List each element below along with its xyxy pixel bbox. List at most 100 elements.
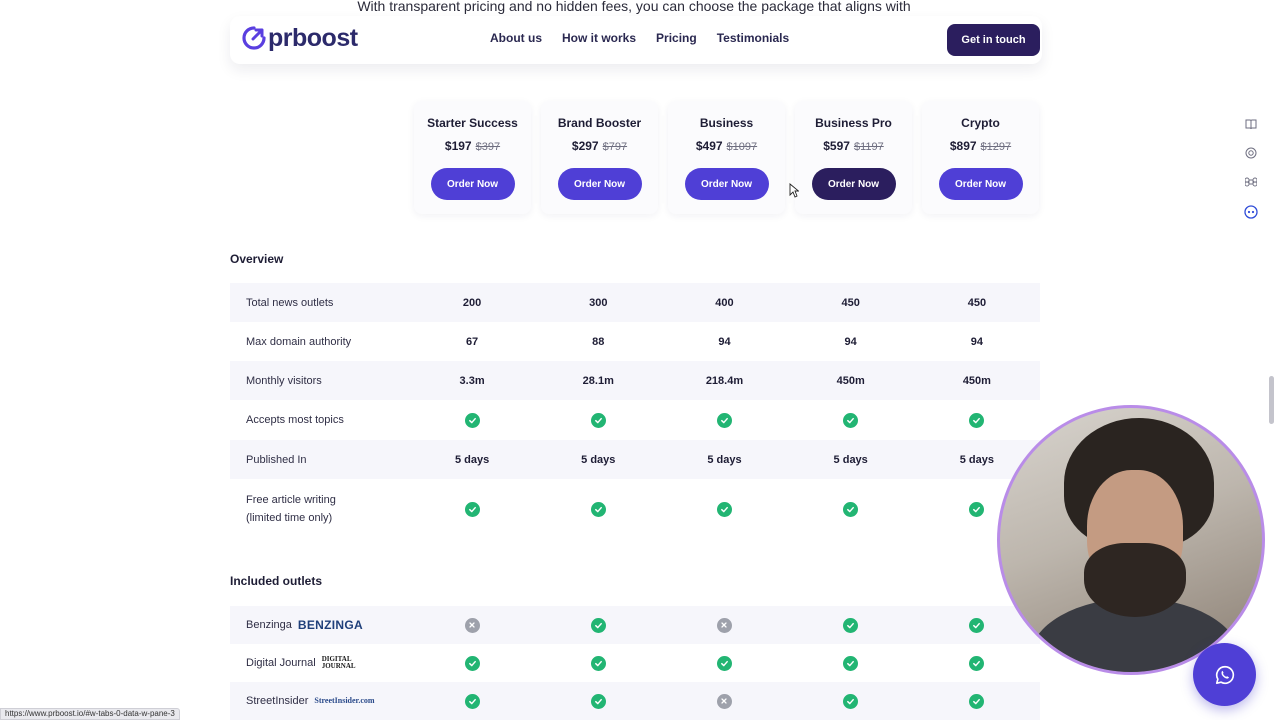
row-label: Total news outlets bbox=[246, 296, 334, 309]
plan-prices: $197 $397 bbox=[414, 139, 531, 155]
plan-old-price: $1297 bbox=[980, 141, 1012, 153]
plan-price: $497 bbox=[695, 139, 723, 153]
table-cell: 200 bbox=[462, 296, 482, 309]
streetinsider-logo: StreetInsider.com bbox=[314, 696, 375, 705]
plan-old-price: $797 bbox=[602, 141, 628, 153]
check-icon bbox=[843, 617, 859, 633]
table-cell bbox=[914, 655, 1040, 671]
check-icon bbox=[464, 501, 480, 517]
included-outlets-title: Included outlets bbox=[230, 574, 323, 588]
outlet-label: Digital Journal DIGITAL JOURNAL bbox=[230, 654, 409, 672]
overview-title: Overview bbox=[230, 252, 284, 266]
cross-icon bbox=[464, 617, 480, 633]
check-icon bbox=[716, 655, 732, 671]
table-row: Benzinga BENZINGA bbox=[230, 606, 1040, 644]
table-cell bbox=[535, 655, 661, 671]
table-cell: 94 bbox=[970, 335, 983, 348]
check-icon bbox=[464, 655, 480, 671]
nav-link-testimonials[interactable]: Testimonials bbox=[717, 31, 789, 45]
video-person-beard bbox=[1084, 543, 1186, 617]
get-in-touch-button[interactable]: Get in touch bbox=[947, 24, 1040, 56]
plan-price: $297 bbox=[571, 139, 599, 153]
check-icon bbox=[590, 617, 606, 633]
plan-old-price: $397 bbox=[475, 141, 501, 153]
outlet-name: Digital Journal bbox=[246, 657, 316, 669]
mouse-cursor-icon bbox=[789, 183, 799, 198]
check-icon bbox=[590, 501, 606, 517]
table-cell bbox=[661, 412, 787, 428]
check-icon bbox=[969, 412, 985, 428]
plan-name: Business bbox=[699, 116, 754, 130]
table-cell bbox=[661, 693, 787, 709]
whatsapp-chat-button[interactable] bbox=[1193, 643, 1256, 706]
browser-status-url: https://www.prboost.io/#w-tabs-0-data-w-… bbox=[0, 708, 180, 720]
outlet-name: Benzinga bbox=[246, 619, 292, 631]
digital-journal-logo: DIGITAL JOURNAL bbox=[321, 655, 356, 670]
whatsapp-icon bbox=[1215, 665, 1234, 684]
order-now-button[interactable]: Order Now bbox=[557, 168, 642, 200]
plan-old-price: $1097 bbox=[726, 141, 758, 153]
book-icon[interactable] bbox=[1244, 118, 1258, 132]
logo[interactable]: prboost bbox=[242, 24, 358, 52]
plan-price: $897 bbox=[949, 139, 977, 153]
nav-link-how-it-works[interactable]: How it works bbox=[562, 31, 636, 45]
pricing-intro-text: With transparent pricing and no hidden f… bbox=[357, 0, 911, 14]
table-cell bbox=[788, 693, 914, 709]
table-cell: 5 days bbox=[707, 453, 742, 466]
order-now-button[interactable]: Order Now bbox=[811, 168, 896, 200]
check-icon bbox=[590, 655, 606, 671]
order-now-button[interactable]: Order Now bbox=[684, 168, 769, 200]
command-icon[interactable] bbox=[1244, 176, 1258, 190]
table-row: Free article writing (limited time only) bbox=[230, 479, 1040, 539]
table-cell: 3.3m bbox=[459, 374, 485, 387]
plan-card-brand-booster: Brand Booster $297 $797 Order Now bbox=[541, 101, 658, 214]
table-cell bbox=[914, 617, 1040, 633]
assistant-icon[interactable] bbox=[1244, 205, 1258, 219]
check-icon bbox=[590, 693, 606, 709]
scrollbar-thumb[interactable] bbox=[1269, 376, 1274, 424]
plan-price: $597 bbox=[823, 139, 850, 153]
check-icon bbox=[716, 412, 732, 428]
check-icon bbox=[969, 693, 985, 709]
table-cell bbox=[409, 501, 535, 517]
plan-name: Crypto bbox=[961, 116, 1000, 130]
plan-name: Brand Booster bbox=[557, 116, 642, 130]
order-now-button[interactable]: Order Now bbox=[938, 168, 1023, 200]
table-row: Digital Journal DIGITAL JOURNAL bbox=[230, 644, 1040, 682]
table-cell bbox=[409, 693, 535, 709]
plan-card-starter-success: Starter Success $197 $397 Order Now bbox=[414, 101, 531, 214]
table-cell bbox=[661, 617, 787, 633]
cross-icon bbox=[716, 693, 732, 709]
benzinga-logo: BENZINGA bbox=[297, 618, 363, 632]
table-row: Monthly visitors 3.3m 28.1m 218.4m 450m … bbox=[230, 361, 1040, 400]
check-icon bbox=[969, 617, 985, 633]
plan-name: Business Pro bbox=[815, 116, 892, 130]
table-cell: 450 bbox=[967, 296, 987, 309]
table-cell bbox=[788, 412, 914, 428]
nav-link-pricing[interactable]: Pricing bbox=[656, 31, 697, 45]
check-icon bbox=[843, 412, 859, 428]
nav-link-about[interactable]: About us bbox=[490, 31, 542, 45]
plan-prices: $597 $1197 bbox=[795, 139, 912, 155]
table-cell: 400 bbox=[715, 296, 734, 309]
check-icon bbox=[843, 693, 859, 709]
row-label: Accepts most topics bbox=[246, 414, 344, 426]
plan-prices: $297 $797 bbox=[541, 139, 658, 155]
table-cell bbox=[535, 501, 661, 517]
side-toolbar bbox=[1244, 118, 1264, 234]
table-cell: 5 days bbox=[581, 453, 616, 466]
check-icon bbox=[843, 655, 859, 671]
plan-name: Starter Success bbox=[427, 116, 518, 130]
table-cell: 450m bbox=[836, 374, 865, 387]
row-label: Published In bbox=[246, 453, 307, 466]
table-cell: 88 bbox=[592, 335, 605, 348]
table-cell bbox=[914, 412, 1040, 428]
table-cell: 67 bbox=[465, 335, 479, 348]
target-icon[interactable] bbox=[1244, 147, 1258, 161]
outlet-name: StreetInsider bbox=[246, 695, 309, 707]
table-cell: 94 bbox=[718, 335, 731, 348]
nav-links: About us How it works Pricing Testimonia… bbox=[490, 31, 809, 45]
table-cell bbox=[535, 617, 661, 633]
order-now-button[interactable]: Order Now bbox=[430, 168, 515, 200]
overview-table: Total news outlets 200 300 400 450 450 M… bbox=[230, 283, 1040, 539]
